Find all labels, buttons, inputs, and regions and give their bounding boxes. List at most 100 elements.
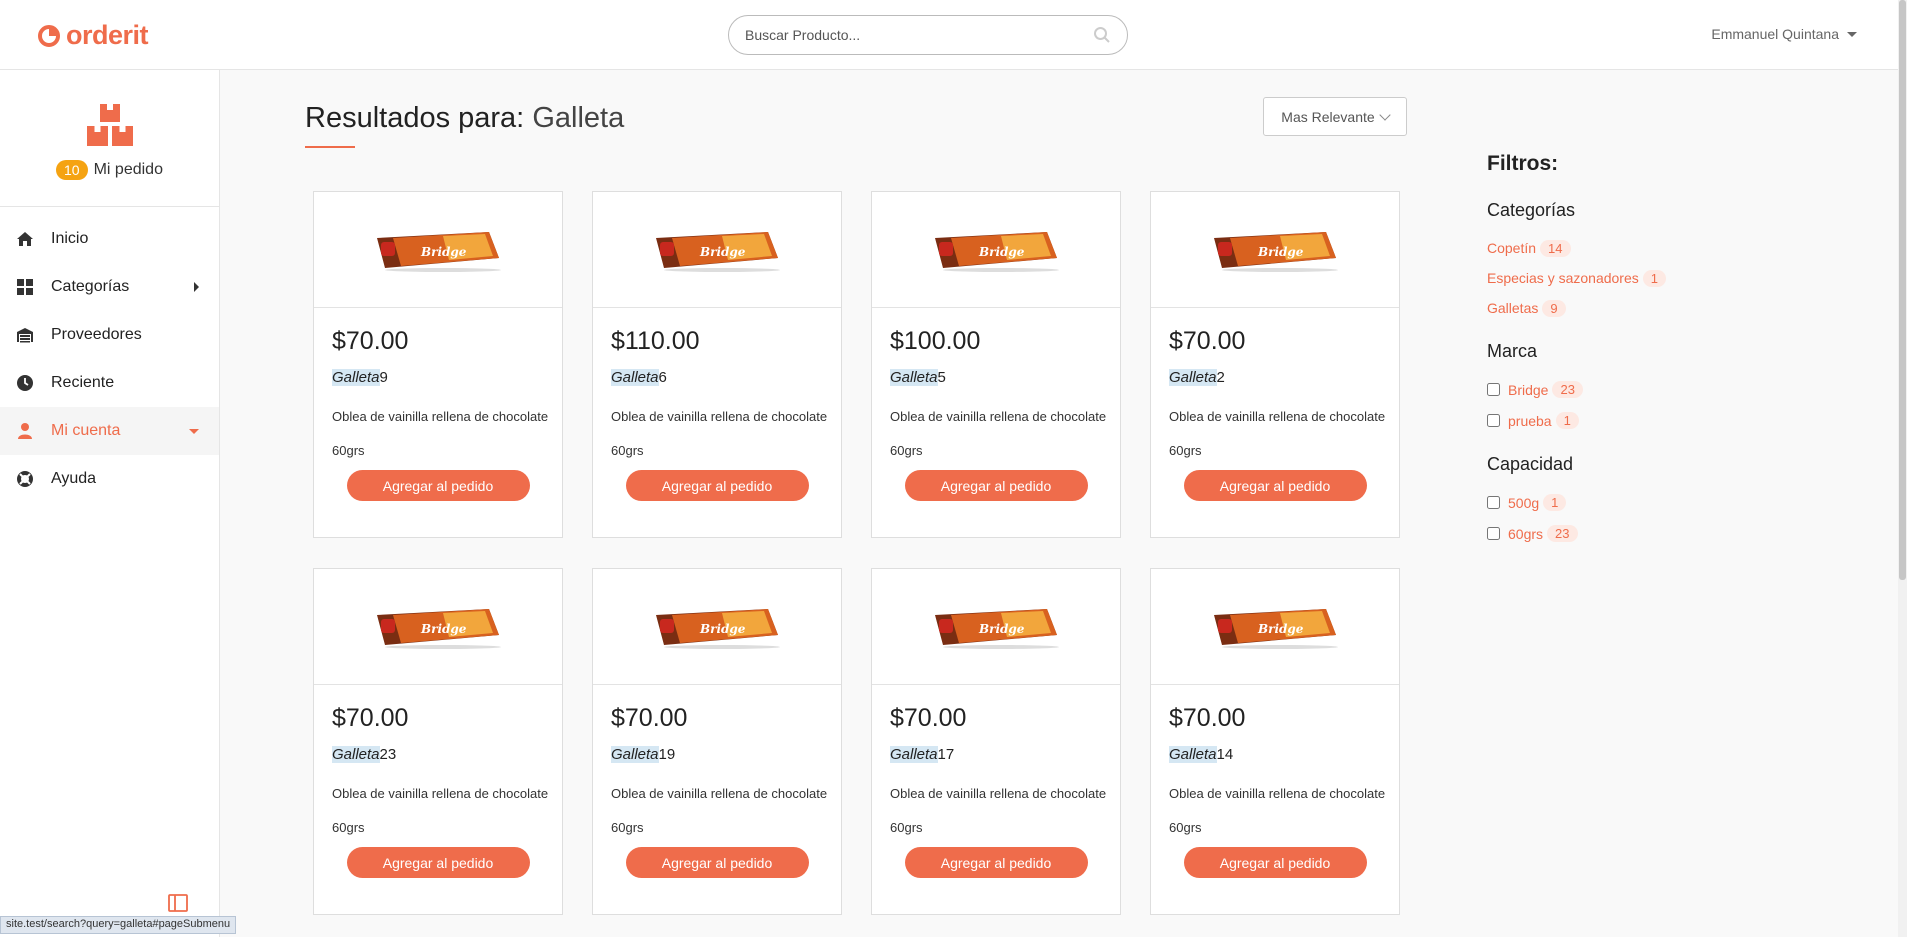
sidebar-item-mi-cuenta[interactable]: Mi cuenta (0, 407, 219, 455)
product-image[interactable]: Bridge (872, 192, 1120, 308)
product-name[interactable]: Galleta14 (1169, 746, 1399, 763)
title-underline (305, 146, 355, 148)
filter-label: prueba (1508, 412, 1552, 429)
filter-checkbox[interactable] (1487, 527, 1500, 540)
product-name[interactable]: Galleta2 (1169, 369, 1399, 386)
filter-checkbox[interactable] (1487, 414, 1500, 427)
product-package-image: Bridge (1214, 608, 1338, 649)
search-input[interactable] (745, 27, 1093, 43)
filter-label: Especias y sazonadores (1487, 270, 1639, 286)
status-url: site.test/search?query=galleta#pageSubme… (0, 916, 237, 934)
sidebar-item-inicio[interactable]: Inicio (0, 215, 219, 263)
sidebar-item-reciente[interactable]: Reciente (0, 359, 219, 407)
product-size: 60grs (1169, 443, 1202, 458)
search-icon[interactable] (1093, 26, 1111, 44)
product-name-number: 23 (379, 746, 397, 763)
filter-capacity-500g[interactable]: 500g 1 (1487, 487, 1787, 518)
home-icon (15, 229, 35, 249)
product-image[interactable]: Bridge (593, 569, 841, 685)
product-package-image: Bridge (1214, 231, 1338, 272)
sort-dropdown[interactable]: Mas Relevante (1263, 97, 1407, 136)
product-card[interactable]: Bridge $110.00 Galleta6 Oblea de vainilla r… (592, 191, 842, 538)
sidebar-item-label: Reciente (51, 374, 115, 391)
product-card[interactable]: Bridge $70.00 Galleta17 Oblea de vainilla r… (871, 568, 1121, 915)
add-to-order-button[interactable]: Agregar al pedido (1183, 470, 1367, 501)
user-name: Emmanuel Quintana (1711, 26, 1839, 42)
product-name-highlight: Galleta (611, 746, 659, 763)
sidebar-item-proveedores[interactable]: Proveedores (0, 311, 219, 359)
user-menu[interactable]: Emmanuel Quintana (1711, 26, 1857, 42)
filter-category-especias[interactable]: Especias y sazonadores 1 (1487, 263, 1787, 293)
add-to-order-button[interactable]: Agregar al pedido (625, 847, 809, 878)
add-to-order-button[interactable]: Agregar al pedido (346, 470, 530, 501)
product-image-label: Bridge (1257, 245, 1304, 259)
product-image[interactable]: Bridge (314, 569, 562, 685)
product-card[interactable]: Bridge $70.00 Galleta14 Oblea de vainilla r… (1150, 568, 1400, 915)
order-label: Mi pedido (93, 161, 163, 178)
sidebar: 10 Mi pedido Inicio Categorías Proveedor… (0, 70, 220, 937)
add-to-order-button[interactable]: Agregar al pedido (1183, 847, 1367, 878)
top-bar: orderit Emmanuel Quintana (0, 0, 1907, 70)
product-image[interactable]: Bridge (1151, 192, 1399, 308)
product-package-image: Bridge (656, 608, 780, 649)
results-query: Galleta (532, 102, 625, 134)
page-title: Resultados para: Galleta (305, 102, 624, 135)
filter-checkbox[interactable] (1487, 496, 1500, 509)
logo[interactable]: orderit (38, 20, 149, 51)
scrollbar-thumb[interactable] (1899, 0, 1906, 580)
product-description: Oblea de vainilla rellena de chocolate (611, 786, 828, 801)
product-name[interactable]: Galleta6 (611, 369, 841, 386)
chevron-down-icon (1379, 108, 1391, 121)
chevron-right-icon (194, 282, 199, 292)
filter-count: 9 (1542, 299, 1566, 317)
product-image-label: Bridge (699, 622, 746, 636)
product-price: $110.00 (611, 327, 700, 355)
filter-group-categorias: Categorías Copetín 14 Especias y sazonad… (1487, 200, 1787, 323)
caret-down-icon (1847, 31, 1857, 37)
product-package-image: Bridge (377, 231, 501, 272)
product-name[interactable]: Galleta19 (611, 746, 841, 763)
caret-down-icon (189, 428, 199, 434)
product-name[interactable]: Galleta9 (332, 369, 562, 386)
add-to-order-button[interactable]: Agregar al pedido (346, 847, 530, 878)
product-name-highlight: Galleta (890, 746, 938, 763)
product-card[interactable]: Bridge $100.00 Galleta5 Oblea de vainilla r… (871, 191, 1121, 538)
product-description: Oblea de vainilla rellena de chocolate (1169, 786, 1386, 801)
product-size: 60grs (1169, 820, 1202, 835)
add-to-order-button[interactable]: Agregar al pedido (904, 470, 1088, 501)
sidebar-item-ayuda[interactable]: Ayuda (0, 455, 219, 503)
product-image[interactable]: Bridge (314, 192, 562, 308)
product-card[interactable]: Bridge $70.00 Galleta2 Oblea de vainilla re… (1150, 191, 1400, 538)
product-name-highlight: Galleta (332, 369, 380, 386)
filter-group-title: Capacidad (1487, 454, 1574, 474)
boxes-icon (86, 104, 133, 146)
sidebar-item-label: Inicio (51, 230, 89, 247)
sidebar-toggle-icon[interactable] (168, 894, 188, 912)
add-to-order-button[interactable]: Agregar al pedido (625, 470, 809, 501)
filter-category-copetin[interactable]: Copetín 14 (1487, 233, 1787, 263)
filter-checkbox[interactable] (1487, 383, 1500, 396)
filter-label: Copetín (1487, 240, 1537, 256)
scrollbar[interactable] (1898, 0, 1907, 937)
product-size: 60grs (611, 820, 644, 835)
lifebuoy-icon (15, 469, 35, 489)
product-image-label: Bridge (1257, 622, 1304, 636)
filter-brand-prueba[interactable]: prueba 1 (1487, 405, 1787, 436)
product-image-label: Bridge (420, 245, 467, 259)
product-name[interactable]: Galleta5 (890, 369, 1120, 386)
sidebar-item-categorias[interactable]: Categorías (0, 263, 219, 311)
filter-category-galletas[interactable]: Galletas 9 (1487, 293, 1787, 323)
filter-brand-bridge[interactable]: Bridge 23 (1487, 374, 1787, 405)
product-image[interactable]: Bridge (872, 569, 1120, 685)
product-name-highlight: Galleta (611, 369, 659, 386)
product-name[interactable]: Galleta23 (332, 746, 562, 763)
product-card[interactable]: Bridge $70.00 Galleta19 Oblea de vainilla r… (592, 568, 842, 915)
order-summary[interactable]: 10 Mi pedido (0, 70, 219, 207)
filter-capacity-60grs[interactable]: 60grs 23 (1487, 518, 1787, 549)
product-card[interactable]: Bridge $70.00 Galleta23 Oblea de vainilla r… (313, 568, 563, 915)
product-image[interactable]: Bridge (1151, 569, 1399, 685)
product-name[interactable]: Galleta17 (890, 746, 1120, 763)
product-image[interactable]: Bridge (593, 192, 841, 308)
add-to-order-button[interactable]: Agregar al pedido (904, 847, 1088, 878)
product-card[interactable]: Bridge $70.00 Galleta9 Oblea de vainilla re… (313, 191, 563, 538)
